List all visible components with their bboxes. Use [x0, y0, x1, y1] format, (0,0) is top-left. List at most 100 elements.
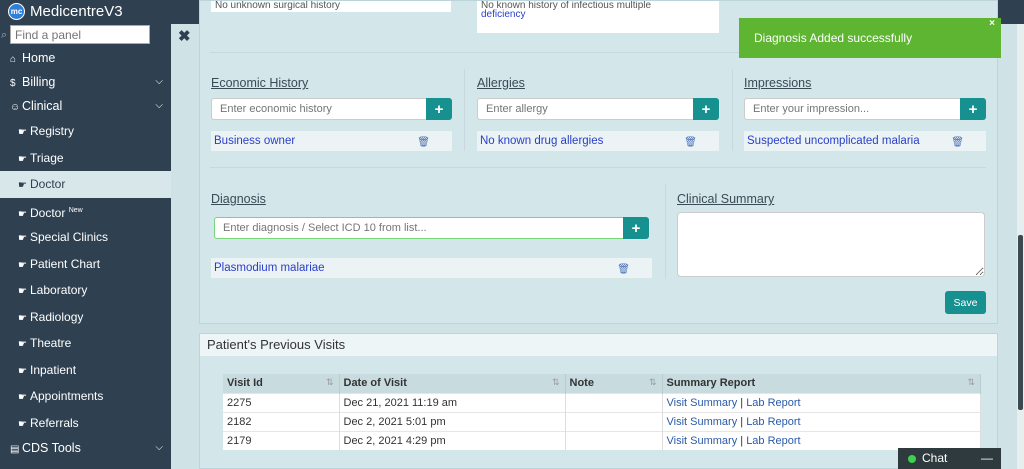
- chat-widget[interactable]: Chat —: [898, 448, 1001, 469]
- sidebar-item-referrals[interactable]: ☛ Referrals: [0, 410, 171, 437]
- save-button[interactable]: Save: [945, 291, 986, 314]
- table-header-row: Visit Id ⇅ Date of Visit ⇅ Note ⇅ Summary R…: [223, 374, 981, 393]
- visit-summary-link[interactable]: Visit Summary: [667, 435, 738, 447]
- sidebar-item-special-clinics[interactable]: ☛ Special Clinics: [0, 224, 171, 251]
- economic-history-input-group: +: [211, 98, 452, 120]
- sidebar-item-label: CDS Tools: [22, 441, 81, 455]
- infectious-history-entry: No known history of infectious multiple …: [477, 1, 719, 33]
- minimize-icon[interactable]: —: [981, 448, 993, 469]
- sidebar-item-billing[interactable]: $ Billing ⌵: [0, 70, 171, 94]
- sort-icon[interactable]: ⇅: [649, 377, 657, 388]
- sidebar-item-label: Doctor: [30, 205, 66, 220]
- previous-visits-table: Visit Id ⇅ Date of Visit ⇅ Note ⇅ Summary R…: [223, 374, 981, 450]
- sidebar-item-label: Referrals: [30, 415, 79, 430]
- app-logo-icon: mc: [8, 3, 25, 20]
- sidebar-item-label: Clinical: [22, 99, 63, 113]
- sort-icon[interactable]: ⇅: [326, 377, 334, 388]
- tools-icon: ▤: [10, 444, 20, 455]
- trash-icon[interactable]: 🗑︎: [951, 133, 964, 153]
- economic-history-input[interactable]: [211, 98, 426, 120]
- economic-history-value: Business owner: [214, 135, 296, 147]
- visit-id-cell: 2182: [223, 411, 340, 431]
- hand-pointer-icon: ☛: [18, 392, 27, 403]
- hand-pointer-icon: ☛: [18, 418, 27, 430]
- diagnosis-input[interactable]: [214, 217, 623, 239]
- link-separator: |: [740, 415, 744, 428]
- sidebar-item-radiology[interactable]: ☛ Radiology: [0, 304, 171, 331]
- sidebar-item-label: Doctor: [30, 177, 66, 191]
- sidebar-item-label: Registry: [30, 124, 75, 138]
- add-diagnosis-button[interactable]: +: [623, 217, 649, 239]
- sidebar-item-inpatient[interactable]: ☛ Inpatient: [0, 357, 171, 384]
- new-badge: New: [68, 206, 83, 214]
- column-header-note[interactable]: Note ⇅: [565, 374, 663, 393]
- sidebar-item-cds-tools[interactable]: ▤ CDS Tools ⌵: [0, 436, 171, 460]
- brand[interactable]: mc MedicentreV3: [8, 3, 123, 20]
- visit-summary-link[interactable]: Visit Summary: [667, 397, 738, 409]
- sidebar-item-doctor-new[interactable]: ☛ Doctor New: [0, 198, 171, 225]
- trash-icon[interactable]: 🗑︎: [684, 133, 697, 153]
- sidebar-item-triage[interactable]: ☛ Triage: [0, 145, 171, 172]
- sidebar-item-theatre[interactable]: ☛ Theatre: [0, 330, 171, 357]
- clinical-summary-textarea[interactable]: [677, 212, 985, 277]
- sidebar-item-clinical[interactable]: ☺ Clinical ⌵: [0, 94, 171, 118]
- previous-visits-panel: Patient's Previous Visits Visit Id ⇅ Date…: [199, 333, 998, 469]
- dollar-icon: $: [10, 78, 16, 89]
- success-toast: Diagnosis Added successfully ×: [739, 18, 1001, 58]
- link-separator: |: [740, 434, 744, 447]
- allergy-input[interactable]: [477, 98, 693, 120]
- visit-date-cell: Dec 2, 2021 5:01 pm: [339, 411, 566, 431]
- hand-pointer-icon: ☛: [18, 286, 27, 297]
- hand-pointer-icon: ☛: [18, 153, 27, 165]
- lab-report-link[interactable]: Lab Report: [746, 416, 800, 428]
- sidebar-item-label: Special Clinics: [30, 230, 109, 244]
- table-row: 2182 Dec 2, 2021 5:01 pm Visit Summary |…: [223, 411, 981, 431]
- close-sidebar-icon[interactable]: ✖: [178, 27, 191, 45]
- economic-history-entry: Business owner 🗑︎: [211, 131, 452, 151]
- clinical-summary-title: Clinical Summary: [677, 192, 775, 206]
- sort-icon[interactable]: ⇅: [552, 377, 560, 388]
- add-economic-history-button[interactable]: +: [426, 98, 452, 120]
- scrollbar-thumb[interactable]: [1018, 235, 1023, 410]
- allergy-entry: No known drug allergies 🗑︎: [477, 131, 719, 151]
- visit-id-cell: 2275: [223, 392, 340, 412]
- table-row: 2179 Dec 2, 2021 4:29 pm Visit Summary |…: [223, 430, 981, 450]
- sidebar-item-label: Home: [22, 51, 56, 65]
- column-header-summary[interactable]: Summary Report ⇅: [662, 374, 981, 393]
- lab-report-link[interactable]: Lab Report: [746, 435, 800, 447]
- search-input[interactable]: [10, 25, 150, 44]
- add-allergy-button[interactable]: +: [693, 98, 719, 120]
- sidebar-item-laboratory[interactable]: ☛ Laboratory: [0, 277, 171, 304]
- column-divider: [464, 69, 465, 151]
- hand-pointer-icon: ☛: [18, 180, 27, 191]
- allergies-title: Allergies: [477, 76, 525, 90]
- sidebar-item-registry[interactable]: ☛ Registry: [0, 118, 171, 145]
- toast-message: Diagnosis Added successfully: [754, 31, 913, 45]
- home-icon: ⌂: [10, 54, 17, 65]
- visit-note-cell: [565, 411, 663, 431]
- sidebar-item-label: Inpatient: [30, 362, 77, 377]
- add-impression-button[interactable]: +: [960, 98, 986, 120]
- column-header-label: Summary Report: [666, 377, 756, 390]
- allergy-value: No known drug allergies: [480, 135, 604, 147]
- column-header-visit-id[interactable]: Visit Id ⇅: [223, 374, 340, 393]
- hand-pointer-icon: ☛: [18, 365, 27, 377]
- impressions-title: Impressions: [744, 76, 812, 90]
- sidebar-item-appointments[interactable]: ☛ Appointments: [0, 383, 171, 410]
- visit-id-cell: 2179: [223, 430, 340, 450]
- diagnosis-value: Plasmodium malariae: [214, 262, 325, 274]
- lab-report-link[interactable]: Lab Report: [746, 397, 800, 409]
- close-icon[interactable]: ×: [989, 4, 995, 44]
- impression-entry: Suspected uncomplicated malaria 🗑︎: [744, 131, 986, 151]
- link-separator: |: [740, 396, 744, 409]
- sidebar-item-patient-chart[interactable]: ☛ Patient Chart: [0, 251, 171, 278]
- impression-input[interactable]: [744, 98, 960, 120]
- column-header-date[interactable]: Date of Visit ⇅: [339, 374, 566, 393]
- trash-icon[interactable]: 🗑︎: [617, 260, 630, 280]
- sidebar-item-home[interactable]: ⌂ Home: [0, 46, 171, 70]
- trash-icon[interactable]: 🗑︎: [417, 133, 430, 153]
- sort-icon[interactable]: ⇅: [967, 377, 975, 388]
- visit-summary-link[interactable]: Visit Summary: [667, 416, 738, 428]
- sidebar-item-label: Billing: [22, 75, 56, 89]
- sidebar-item-doctor[interactable]: ☛ Doctor: [0, 171, 171, 198]
